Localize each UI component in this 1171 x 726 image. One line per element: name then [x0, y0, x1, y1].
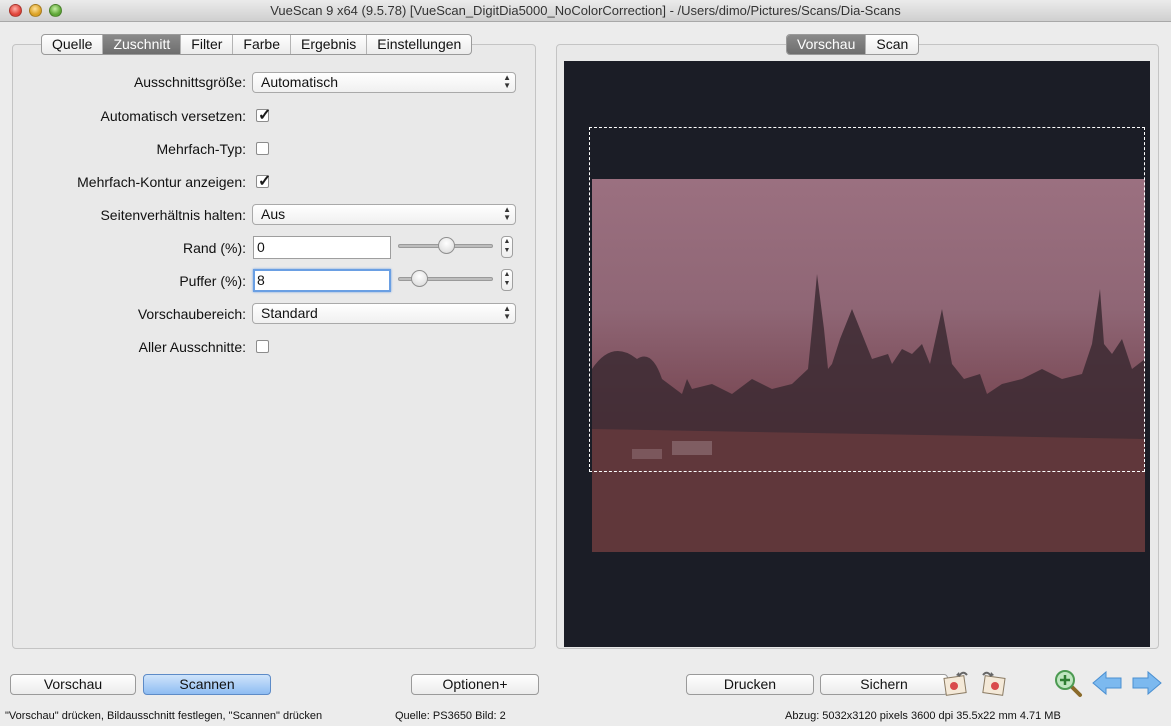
preview-tabs: Vorschau Scan	[786, 34, 920, 55]
save-button[interactable]: Sichern	[820, 674, 948, 695]
select-arrows-icon: ▲ ▼	[503, 73, 511, 90]
auto-offset-label: Automatisch versetzen:	[100, 108, 246, 124]
status-hint: "Vorschau" drücken, Bildausschnitt festl…	[5, 710, 323, 722]
select-arrows-icon: ▲ ▼	[503, 205, 511, 222]
arrow-left-icon[interactable]	[1091, 668, 1122, 698]
zoom-in-icon[interactable]	[1053, 668, 1083, 698]
arrow-right-icon[interactable]	[1131, 668, 1162, 698]
checkmark-icon: ✓	[258, 173, 272, 190]
border-stepper[interactable]: ▲ ▼	[501, 236, 513, 258]
window-title: VueScan 9 x64 (9.5.78) [VueScan_DigitDia…	[270, 3, 901, 18]
tab-ergebnis[interactable]: Ergebnis	[291, 35, 368, 54]
tab-filter[interactable]: Filter	[181, 35, 234, 54]
title-bar: VueScan 9 x64 (9.5.78) [VueScan_DigitDia…	[0, 0, 1171, 22]
multi-outline-label: Mehrfach-Kontur anzeigen:	[77, 174, 246, 190]
buffer-slider[interactable]	[398, 269, 493, 289]
crop-size-value: Automatisch	[261, 74, 339, 90]
crop-selection-rectangle[interactable]	[589, 127, 1145, 472]
multi-type-checkbox[interactable]	[256, 142, 269, 155]
buffer-label: Puffer (%):	[179, 273, 246, 289]
tab-farbe[interactable]: Farbe	[233, 35, 291, 54]
rotate-right-icon[interactable]	[979, 668, 1009, 698]
all-crops-checkbox[interactable]	[256, 340, 269, 353]
status-output: Abzug: 5032x3120 pixels 3600 dpi 35.5x22…	[785, 710, 1061, 722]
preview-area-value: Standard	[261, 305, 318, 321]
settings-tabs: Quelle Zuschnitt Filter Farbe Ergebnis E…	[41, 34, 473, 55]
status-source: Quelle: PS3650 Bild: 2	[395, 710, 506, 722]
slider-knob[interactable]	[410, 270, 428, 287]
slider-knob[interactable]	[437, 237, 455, 254]
tab-scan[interactable]: Scan	[866, 35, 918, 54]
crop-size-select[interactable]: Automatisch ▲ ▼	[252, 72, 516, 93]
crop-size-label: Ausschnittsgröße:	[133, 74, 246, 90]
border-input[interactable]: 0	[253, 236, 391, 259]
preview-area-label: Vorschaubereich:	[137, 306, 246, 322]
buffer-input[interactable]: 8	[253, 269, 391, 292]
tab-vorschau[interactable]: Vorschau	[787, 35, 867, 54]
border-label: Rand (%):	[182, 240, 246, 256]
tab-einstellungen[interactable]: Einstellungen	[367, 35, 471, 54]
options-button[interactable]: Optionen+	[411, 674, 539, 695]
preview-area-select[interactable]: Standard ▲ ▼	[252, 303, 516, 324]
checkmark-icon: ✓	[258, 107, 272, 124]
scan-button[interactable]: Scannen	[143, 674, 271, 695]
status-bar: "Vorschau" drücken, Bildausschnitt festl…	[0, 707, 1171, 726]
auto-offset-checkbox[interactable]: ✓	[256, 107, 271, 124]
print-button[interactable]: Drucken	[686, 674, 814, 695]
preview-image-area[interactable]	[564, 61, 1150, 647]
multi-outline-checkbox[interactable]: ✓	[256, 173, 271, 190]
settings-panel	[12, 44, 536, 649]
select-arrows-icon: ▲ ▼	[503, 304, 511, 321]
buffer-stepper[interactable]: ▲ ▼	[501, 269, 513, 291]
preview-button[interactable]: Vorschau	[10, 674, 136, 695]
aspect-ratio-select[interactable]: Aus ▲ ▼	[252, 204, 516, 225]
multi-type-label: Mehrfach-Typ:	[156, 141, 246, 157]
border-slider[interactable]	[398, 236, 493, 256]
aspect-ratio-label: Seitenverhältnis halten:	[100, 207, 246, 223]
tab-zuschnitt[interactable]: Zuschnitt	[103, 35, 182, 54]
all-crops-label: Aller Ausschnitte:	[138, 339, 246, 355]
tab-quelle[interactable]: Quelle	[42, 35, 104, 54]
rotate-left-icon[interactable]	[941, 668, 971, 698]
aspect-ratio-value: Aus	[261, 206, 286, 222]
